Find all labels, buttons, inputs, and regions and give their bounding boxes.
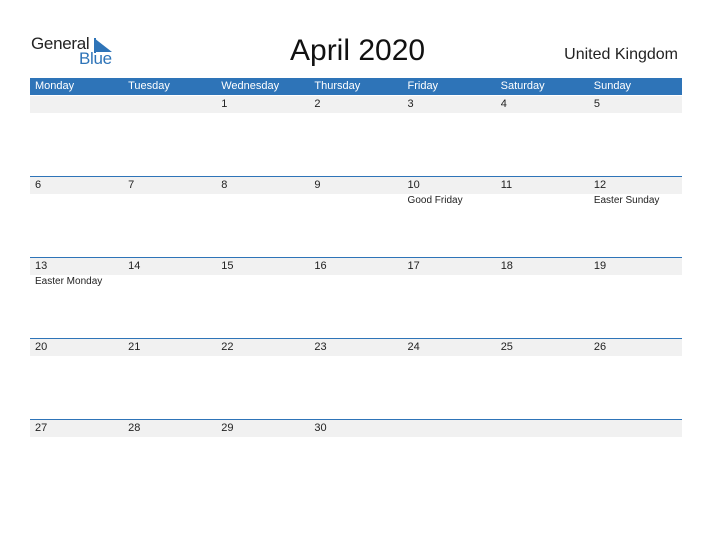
day-cell: 27 <box>30 420 123 501</box>
day-cell: 9 <box>309 177 402 258</box>
day-number: 13 <box>35 259 48 272</box>
day-cell: 14 <box>123 258 216 339</box>
day-cell: 11 <box>496 177 589 258</box>
day-cell: 16 <box>309 258 402 339</box>
day-number: 12 <box>593 178 607 191</box>
day-cell: 6 <box>30 177 123 258</box>
day-number: 22 <box>221 340 234 353</box>
day-number: 14 <box>128 259 141 272</box>
day-number: 29 <box>221 421 234 434</box>
day-cell: 22 <box>216 339 309 420</box>
brand-text-blue: Blue <box>79 49 112 68</box>
day-number: 15 <box>221 259 234 272</box>
day-cell: 24 <box>403 339 496 420</box>
weekday-label: Friday <box>407 80 439 92</box>
holiday-label: Easter Sunday <box>593 194 660 206</box>
weekday-label: Monday <box>35 80 75 92</box>
day-number: 1 <box>221 98 228 110</box>
day-number: 18 <box>500 259 513 272</box>
day-cell: 20 <box>30 339 123 420</box>
week-row: 1 2 3 4 5 <box>30 96 682 177</box>
day-number: 25 <box>500 340 513 353</box>
weekday-label: Thursday <box>314 80 361 92</box>
country-label: United Kingdom <box>564 46 678 63</box>
day-cell: 19 <box>589 258 682 339</box>
day-number: 4 <box>500 98 507 110</box>
day-cell: 23 <box>309 339 402 420</box>
day-cell: 25 <box>496 339 589 420</box>
day-number: 23 <box>314 340 327 353</box>
day-number: 7 <box>128 178 135 191</box>
day-number: 24 <box>407 340 420 353</box>
weekday-label: Wednesday <box>221 80 280 92</box>
day-cell <box>123 96 216 177</box>
day-number: 17 <box>407 259 420 272</box>
holiday-label: Easter Monday <box>35 275 103 287</box>
day-cell: 12 Easter Sunday <box>589 177 682 258</box>
page-title: April 2020 <box>290 34 426 67</box>
day-cell: 4 <box>496 96 589 177</box>
day-number: 28 <box>128 421 141 434</box>
day-number: 20 <box>35 340 48 353</box>
day-cell <box>589 420 682 501</box>
day-cell: 28 <box>123 420 216 501</box>
day-cell: 15 <box>216 258 309 339</box>
day-number: 11 <box>500 178 513 191</box>
day-cell: 2 <box>309 96 402 177</box>
day-number: 26 <box>593 340 607 353</box>
week-row: 27 28 29 30 <box>30 418 682 501</box>
week-row: 20 21 22 23 24 25 26 <box>30 337 682 420</box>
week-row: 6 7 8 9 10 Good Friday 11 12 Easter Sunday <box>30 175 682 258</box>
weekday-header: Monday Tuesday Wednesday Thursday Friday… <box>30 78 682 95</box>
day-number: 2 <box>314 98 321 110</box>
day-number: 21 <box>128 340 141 353</box>
day-cell <box>496 420 589 501</box>
day-cell: 7 <box>123 177 216 258</box>
holiday-label: Good Friday <box>407 194 463 206</box>
day-cell: 17 <box>403 258 496 339</box>
day-cell: 10 Good Friday <box>403 177 496 258</box>
day-number: 10 <box>407 178 420 191</box>
day-number: 16 <box>314 259 327 272</box>
day-cell: 13 Easter Monday <box>30 258 123 339</box>
day-number: 27 <box>35 421 48 434</box>
weekday-label: Sunday <box>593 80 632 92</box>
day-cell: 3 <box>403 96 496 177</box>
day-cell: 8 <box>216 177 309 258</box>
day-cell: 21 <box>123 339 216 420</box>
day-cell: 26 <box>589 339 682 420</box>
day-cell <box>403 420 496 501</box>
day-number: 8 <box>221 178 228 191</box>
day-number: 3 <box>407 98 414 110</box>
day-cell <box>30 96 123 177</box>
day-number: 9 <box>314 178 321 191</box>
day-number: 30 <box>314 421 327 434</box>
day-cell: 30 <box>309 420 402 501</box>
day-cell: 1 <box>216 96 309 177</box>
day-cell: 29 <box>216 420 309 501</box>
brand-logo: General Blue <box>31 34 121 70</box>
day-cell: 18 <box>496 258 589 339</box>
day-number: 5 <box>593 98 600 110</box>
week-row: 13 Easter Monday 14 15 16 17 18 19 <box>30 256 682 339</box>
weekday-label: Saturday <box>500 80 545 92</box>
day-number: 6 <box>35 178 42 191</box>
weekday-label: Tuesday <box>128 80 170 92</box>
day-cell: 5 <box>589 96 682 177</box>
day-number: 19 <box>593 259 607 272</box>
